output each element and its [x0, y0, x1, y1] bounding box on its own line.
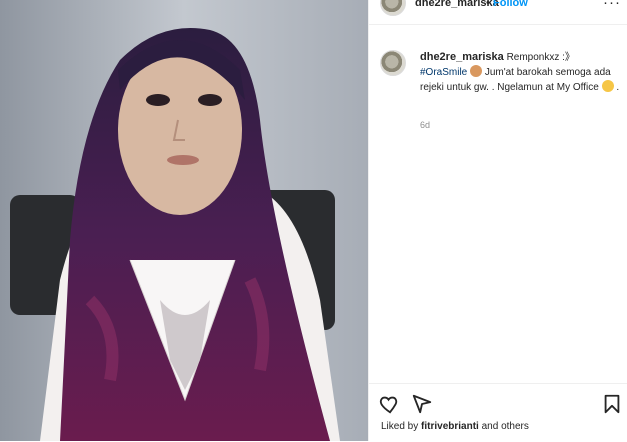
post-caption: dhe2re_mariska Remponkxz :》 #OraSmile Ju…	[420, 50, 620, 95]
separator-dot: •	[486, 0, 490, 9]
avatar[interactable]	[380, 0, 406, 16]
post-actions: Liked by fitrivebrianti and others	[369, 383, 627, 442]
share-icon[interactable]	[411, 393, 433, 415]
likes-suffix[interactable]: and others	[482, 421, 529, 432]
post-photo	[0, 0, 368, 441]
emoji-icon	[470, 65, 483, 77]
liked-by-user-link[interactable]: fitrivebrianti	[421, 421, 479, 432]
more-icon[interactable]: ···	[603, 0, 621, 11]
post-timestamp[interactable]: 6d	[420, 120, 430, 130]
follow-button[interactable]: Follow	[493, 0, 528, 9]
likes-summary: Liked by fitrivebrianti and others	[381, 421, 529, 432]
caption-username-link[interactable]: dhe2re_mariska	[420, 51, 504, 63]
hashtag-link[interactable]: #OraSmile	[420, 67, 467, 78]
caption-text-1: Remponkxz :》	[506, 52, 575, 63]
laughing-emoji-icon	[601, 80, 614, 92]
heart-icon[interactable]	[379, 393, 401, 415]
bookmark-icon[interactable]	[601, 393, 623, 415]
post-media[interactable]	[0, 0, 368, 441]
caption-text-3: .	[616, 82, 620, 93]
post-header: dhe2re_mariska • Follow ···	[369, 0, 627, 25]
caption-avatar[interactable]	[380, 50, 406, 76]
post-sidebar: dhe2re_mariska • Follow ··· dhe2re_maris…	[368, 0, 627, 441]
likes-prefix: Liked by	[381, 421, 419, 432]
